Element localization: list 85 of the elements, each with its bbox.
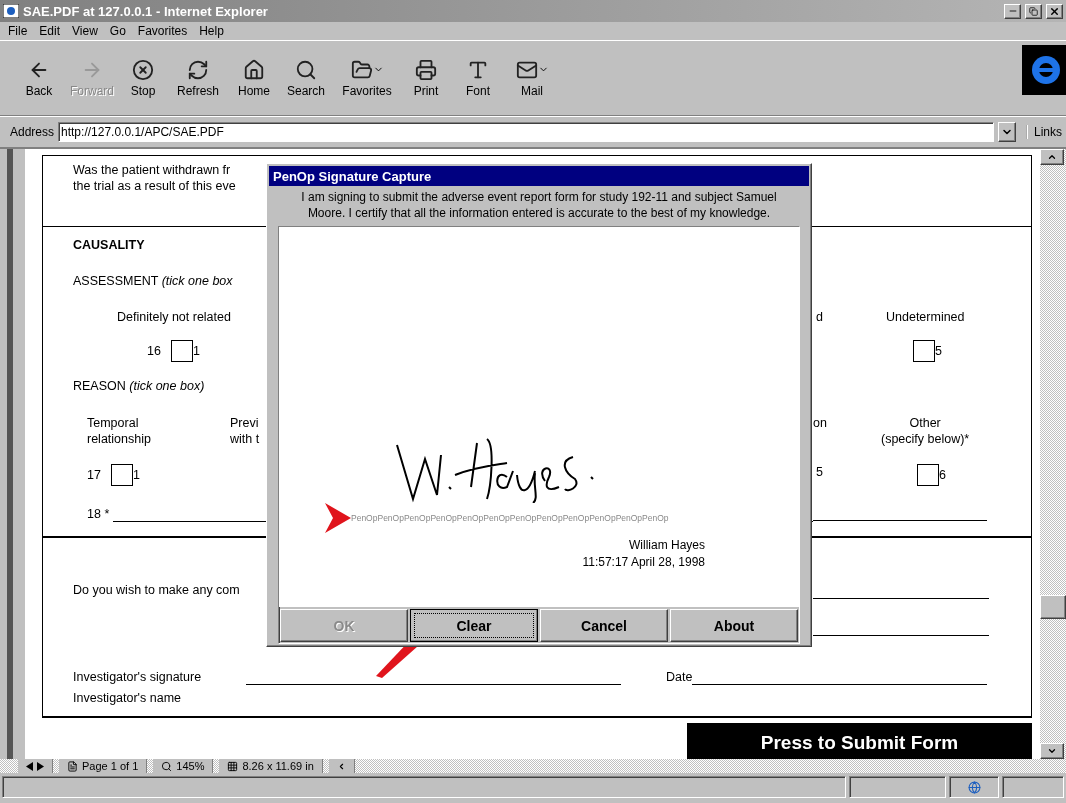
toolbar-button[interactable]: Print bbox=[400, 50, 452, 106]
browser-logo-icon bbox=[1022, 45, 1066, 95]
scroll-left-button[interactable] bbox=[328, 759, 355, 773]
toolbar-button[interactable]: Back bbox=[14, 50, 64, 106]
menu-item[interactable]: Favorites bbox=[131, 24, 194, 38]
minimize-button[interactable] bbox=[1004, 3, 1021, 19]
field-number: 18 * bbox=[87, 506, 110, 522]
scroll-up-button[interactable] bbox=[1040, 149, 1064, 165]
page-size: 8.26 x 11.69 in bbox=[242, 760, 314, 772]
page-icon bbox=[67, 760, 78, 772]
page-indicator: Page 1 of 1 bbox=[82, 760, 139, 772]
dropdown-button[interactable] bbox=[998, 122, 1016, 142]
option-label: Undetermined bbox=[886, 309, 965, 325]
folder-icon bbox=[350, 58, 373, 81]
signature-pad[interactable]: PenOpPenOpPenOpPenOpPenOpPenOpPenOpPenOpPenOpPenOpPenOpPenOp William Hayes 11:57:17 April 28, 1998 bbox=[279, 227, 799, 607]
dialog-button[interactable]: About bbox=[670, 609, 798, 642]
status-pane bbox=[1002, 776, 1064, 798]
scroll-down-button[interactable] bbox=[1040, 743, 1064, 759]
signer-name: William Hayes bbox=[628, 537, 705, 554]
address-label: Address bbox=[10, 125, 55, 139]
dialog-button[interactable]: Cancel bbox=[540, 609, 668, 642]
checkbox[interactable] bbox=[170, 340, 193, 362]
dialog-message: I am signing to submit the adverse event report form for study 192-11 and subject Samuel Moore. I certify that all the information entered is accurate to the best of my knowledge. bbox=[300, 189, 778, 222]
toolbar-button[interactable]: Mail bbox=[504, 50, 560, 106]
toolbar-button[interactable]: Refresh bbox=[166, 50, 230, 106]
stop-icon bbox=[132, 58, 154, 81]
restore-icon bbox=[1029, 6, 1038, 16]
printer-icon bbox=[415, 58, 437, 81]
option-label: Previ with t bbox=[230, 415, 260, 447]
toolbar-button[interactable]: Home bbox=[230, 50, 278, 106]
zoom-level: 145% bbox=[176, 760, 205, 772]
field-label: Investigator's signature bbox=[73, 669, 203, 685]
toolbar-button[interactable]: Stop bbox=[120, 50, 166, 106]
option-code: 1 bbox=[132, 467, 140, 483]
restore-button[interactable] bbox=[1025, 3, 1042, 19]
field-label: Date bbox=[666, 669, 693, 685]
option-code: 1 bbox=[192, 343, 200, 359]
menu-item[interactable]: View bbox=[66, 24, 104, 38]
left-right-arrows-icon bbox=[26, 761, 44, 771]
links-button[interactable]: Links bbox=[1026, 125, 1062, 139]
option-label: d bbox=[816, 309, 823, 325]
search-icon bbox=[295, 58, 317, 81]
dialog-title: PenOp Signature Capture bbox=[269, 166, 809, 186]
refresh-icon bbox=[187, 58, 209, 81]
checkbox[interactable] bbox=[913, 340, 935, 362]
checkbox[interactable] bbox=[110, 464, 133, 486]
submit-button[interactable]: Press to Submit Form bbox=[687, 723, 1032, 759]
vertical-scrollbar[interactable] bbox=[1040, 149, 1066, 759]
menu-item[interactable]: Edit bbox=[33, 24, 67, 38]
option-code: 6 bbox=[939, 467, 946, 483]
app-icon bbox=[3, 4, 19, 18]
zoom-icon bbox=[161, 760, 173, 772]
option-code: 5 bbox=[935, 343, 942, 359]
checkbox[interactable] bbox=[917, 464, 939, 486]
field-label: Investigator's name bbox=[72, 690, 182, 706]
scroll-thumb[interactable] bbox=[1040, 595, 1066, 619]
signature-timestamp: 11:57:17 April 28, 1998 bbox=[581, 554, 705, 571]
toolbar-button[interactable]: Search bbox=[278, 50, 334, 106]
dialog-button[interactable]: Clear bbox=[410, 609, 538, 642]
option-label: Definitely not related bbox=[117, 309, 231, 325]
menu-item[interactable]: Go bbox=[103, 24, 132, 38]
toolbar-button[interactable]: Font bbox=[452, 50, 504, 106]
close-button[interactable] bbox=[1046, 3, 1063, 19]
globe-icon bbox=[967, 780, 981, 794]
home-icon bbox=[243, 58, 265, 81]
field-number: 17 bbox=[87, 467, 101, 483]
option-label: Other (specify below)* bbox=[881, 415, 970, 447]
field-label: ASSESSMENT (tick one box bbox=[72, 273, 234, 289]
field-label: REASON (tick one box) bbox=[72, 378, 206, 394]
menu-item[interactable]: Help bbox=[193, 24, 230, 38]
option-code: 5 bbox=[816, 464, 823, 480]
baseline-text: PenOpPenOpPenOpPenOpPenOpPenOpPenOpPenOpPenOpPenOpPenOpPenOp bbox=[351, 513, 669, 523]
question-text: Do you wish to make any com bbox=[73, 582, 240, 598]
section-heading: CAUSALITY bbox=[72, 237, 146, 253]
close-icon bbox=[1049, 5, 1060, 17]
option-label: Temporal relationship bbox=[87, 415, 152, 447]
page-nav-button[interactable] bbox=[18, 759, 53, 773]
field-number: 16 bbox=[147, 343, 161, 359]
option-label: on bbox=[813, 415, 827, 431]
menu-item[interactable]: File bbox=[2, 24, 34, 38]
address-field[interactable]: http://127.0.0.1/APC/SAE.PDF bbox=[58, 122, 994, 142]
pen-marker-icon bbox=[325, 503, 351, 533]
toolbar-button[interactable]: Favorites bbox=[334, 50, 400, 106]
window-title: SAE.PDF at 127.0.0.1 - Internet Explorer bbox=[23, 3, 269, 19]
page-size-icon bbox=[227, 760, 239, 772]
